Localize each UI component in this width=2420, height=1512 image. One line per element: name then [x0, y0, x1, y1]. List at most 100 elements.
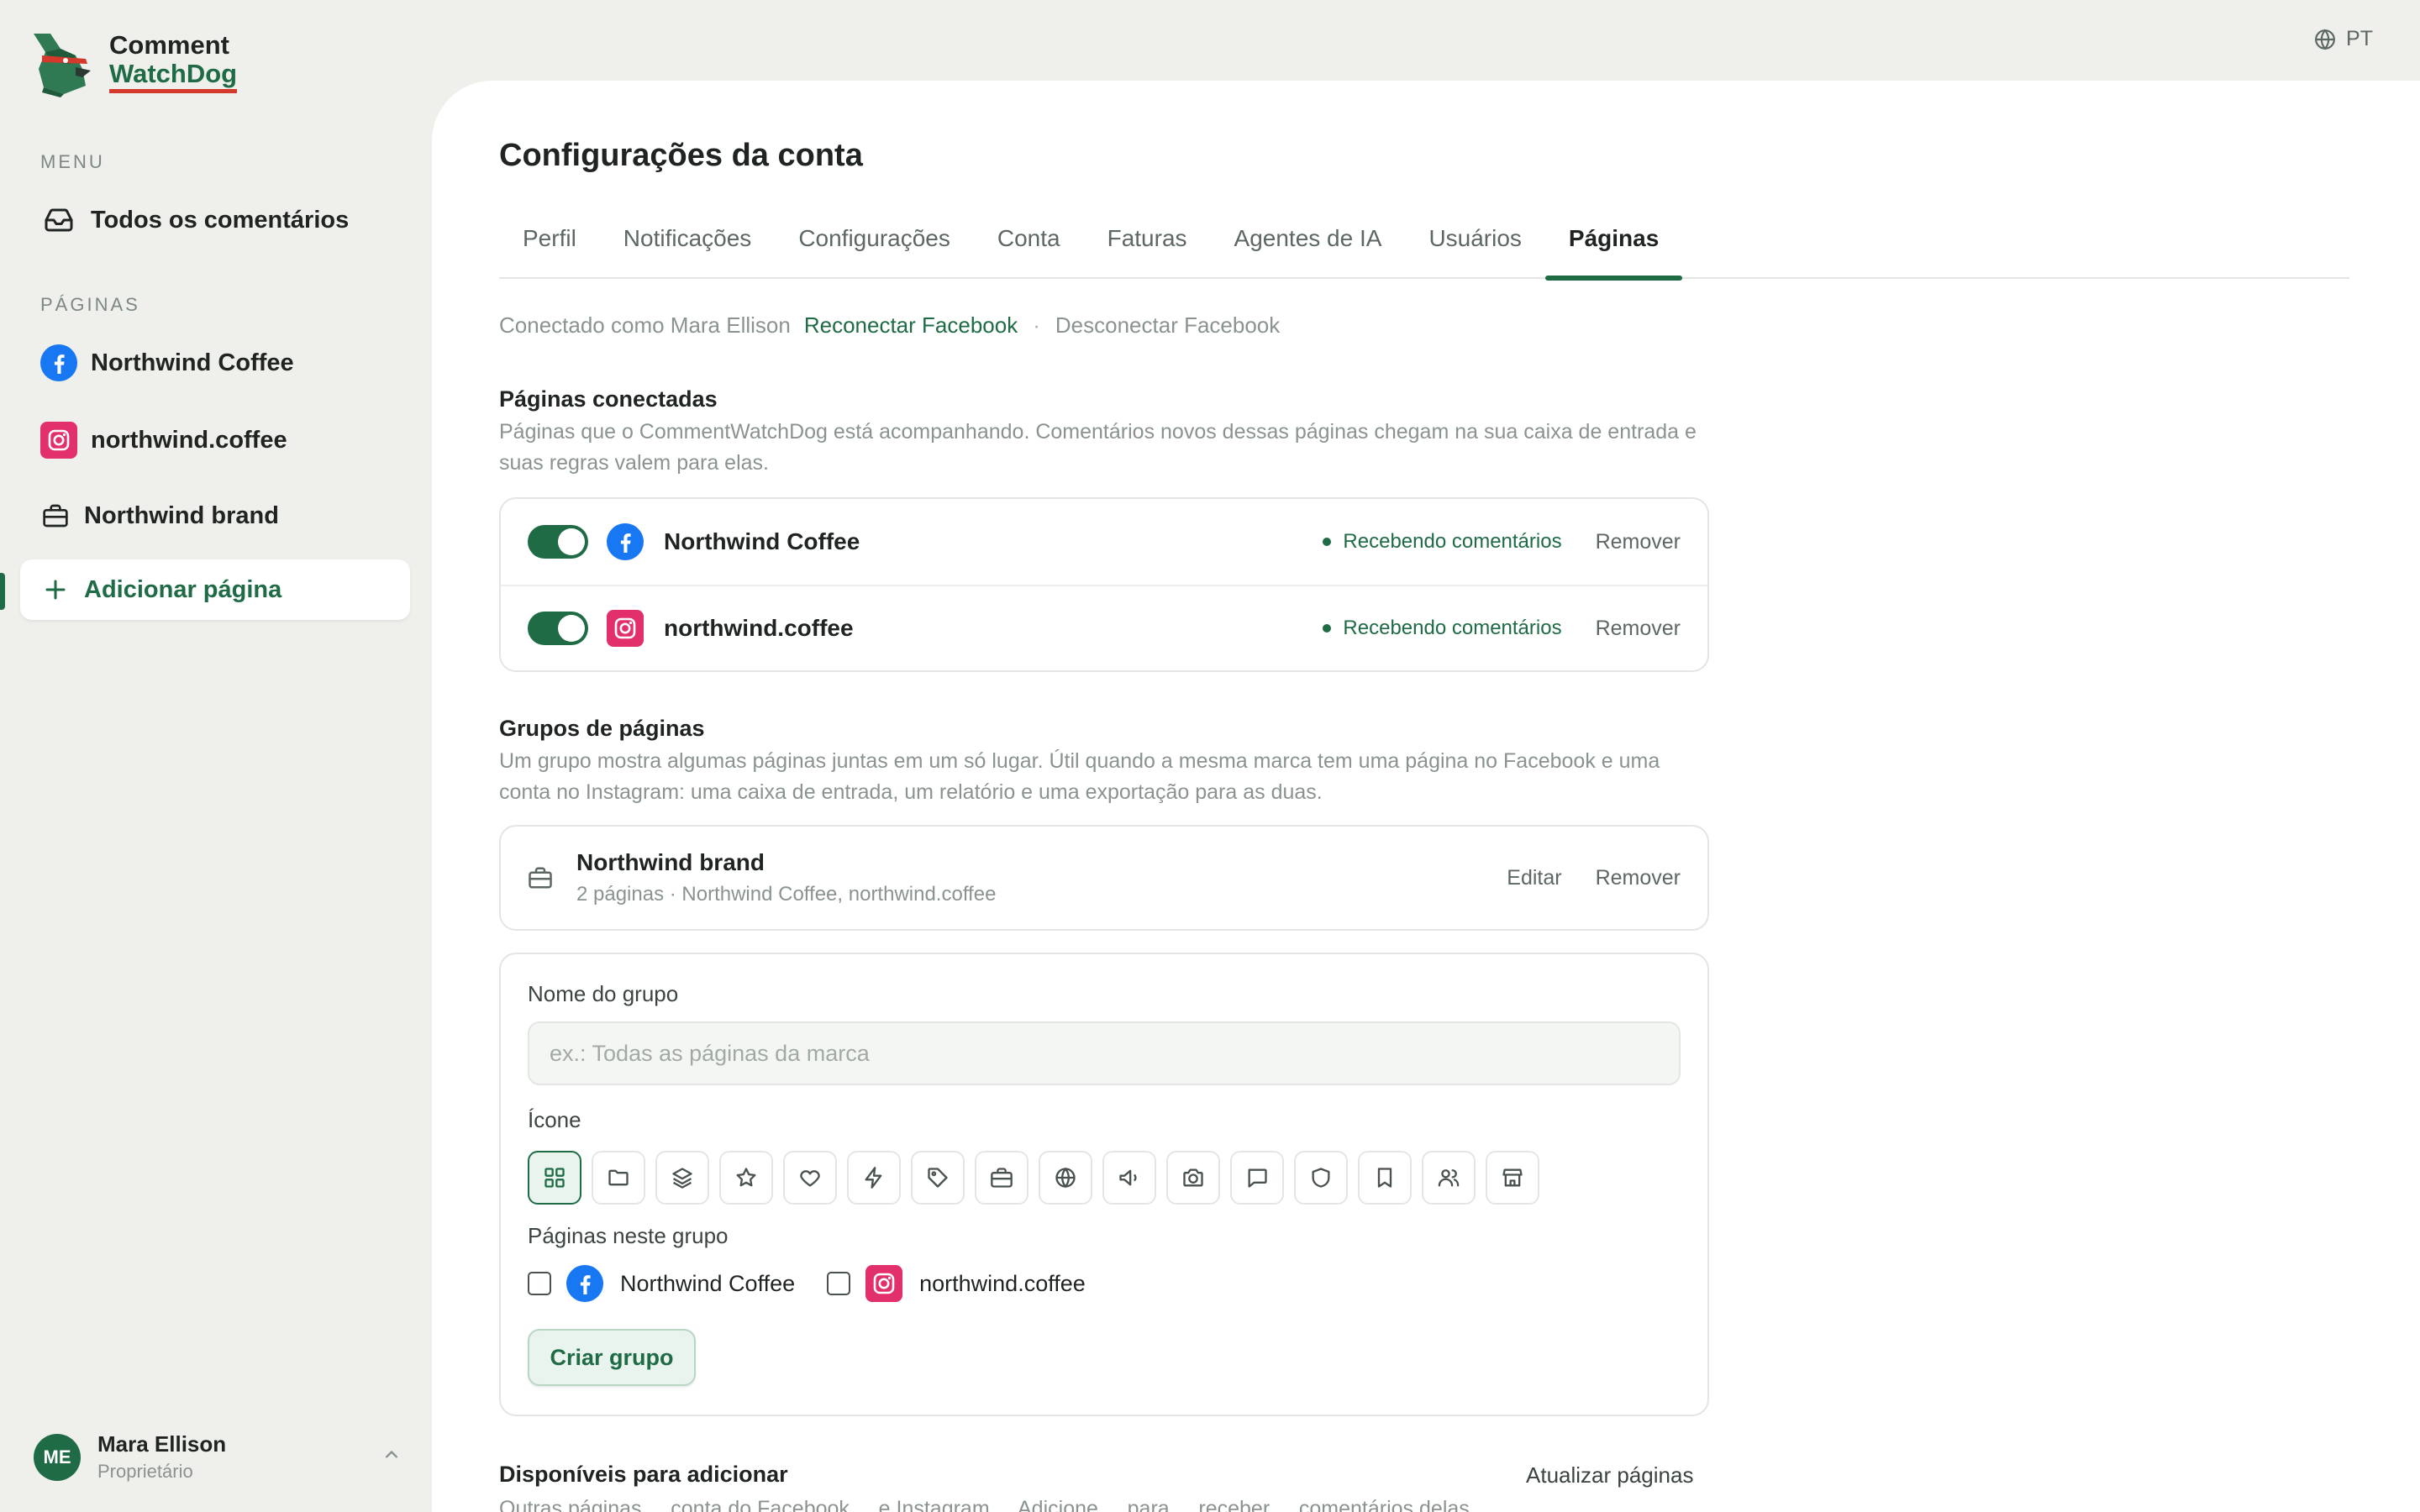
remove-page-button[interactable]: Remover — [1596, 617, 1681, 641]
sidebar-item-northwind-coffee[interactable]: Northwind Coffee — [20, 333, 410, 393]
tab-notifications[interactable]: Notificações — [600, 215, 776, 279]
icon-option-heart[interactable] — [783, 1151, 837, 1205]
main-panel: Configurações da conta Perfil Notificaçõ… — [432, 81, 2420, 1512]
group-name-label: Nome do grupo — [528, 981, 679, 1006]
group-pages-checklist: Northwind Coffee northwind.coffee — [528, 1265, 1118, 1302]
sidebar-item-northwind-instagram[interactable]: northwind.coffee — [20, 410, 410, 470]
connected-pages-card: Northwind Coffee Recebendo comentários R… — [499, 497, 1709, 672]
bookmark-icon — [1377, 1168, 1392, 1188]
icon-option-store[interactable] — [1486, 1151, 1539, 1205]
icon-picker — [528, 1151, 1549, 1205]
remove-page-button[interactable]: Remover — [1596, 530, 1681, 554]
edit-group-button[interactable]: Editar — [1507, 866, 1561, 890]
sidebar-item-label: Northwind brand — [84, 501, 279, 529]
row-actions: Recebendo comentários Remover — [1323, 530, 1681, 554]
tab-pages[interactable]: Páginas — [1544, 215, 1683, 281]
create-group-button[interactable]: Criar grupo — [528, 1329, 696, 1386]
tab-users[interactable]: Usuários — [1405, 215, 1544, 279]
new-group-form: Nome do grupo Ícone — [499, 953, 1709, 1416]
icon-option-chat[interactable] — [1230, 1151, 1284, 1205]
facebook-icon — [40, 344, 77, 381]
available-pages-description: Outras páginas ... conta do Facebook ...… — [499, 1497, 1470, 1512]
icon-option-layers[interactable] — [655, 1151, 709, 1205]
store-icon — [1502, 1168, 1523, 1187]
tab-invoices[interactable]: Faturas — [1084, 215, 1211, 279]
icon-option-bookmark[interactable] — [1358, 1151, 1412, 1205]
checkbox[interactable] — [827, 1272, 851, 1295]
connected-pages-description: Páginas que o CommentWatchDog está acomp… — [499, 420, 1697, 475]
instagram-icon — [607, 610, 644, 647]
facebook-icon — [607, 523, 644, 560]
sidebar-item-all-comments[interactable]: Todos os comentários — [20, 190, 410, 250]
checkbox[interactable] — [528, 1272, 551, 1295]
sidebar-item-label: northwind.coffee — [91, 426, 287, 454]
icon-option-briefcase[interactable] — [975, 1151, 1028, 1205]
icon-option-tag[interactable] — [911, 1151, 965, 1205]
refresh-pages-button[interactable]: Atualizar páginas — [1526, 1462, 1693, 1488]
status-badge: Recebendo comentários — [1323, 617, 1562, 640]
group-page-option[interactable]: Northwind Coffee — [528, 1265, 795, 1302]
group-name: Northwind brand — [576, 849, 765, 875]
brand-logo[interactable]: Comment WatchDog — [27, 27, 238, 97]
group-page-option[interactable]: northwind.coffee — [827, 1265, 1086, 1302]
group-name-input[interactable] — [528, 1021, 1681, 1085]
icon-option-grid[interactable] — [528, 1151, 581, 1205]
icon-option-globe[interactable] — [1039, 1151, 1092, 1205]
group-page-option-label: northwind.coffee — [919, 1270, 1086, 1296]
disconnect-facebook-link[interactable]: Desconectar Facebook — [1055, 312, 1280, 339]
active-indicator — [0, 573, 5, 610]
sidebar-item-add-page[interactable]: Adicionar página — [20, 559, 410, 620]
avatar: ME — [34, 1433, 81, 1481]
settings-tabs: Perfil Notificações Configurações Conta … — [499, 215, 2349, 281]
connected-as-text: Conectado como Mara Ellison — [499, 312, 791, 338]
icon-label: Ícone — [528, 1107, 581, 1132]
heart-icon — [800, 1170, 820, 1187]
shield-icon — [1312, 1168, 1330, 1188]
icon-option-users[interactable] — [1422, 1151, 1476, 1205]
row-actions: Recebendo comentários Remover — [1323, 617, 1681, 641]
reconnect-facebook-link[interactable]: Reconectar Facebook — [804, 312, 1018, 339]
user-info: Mara Ellison Proprietário — [97, 1431, 226, 1483]
available-pages-heading: Disponíveis para adicionar — [499, 1462, 788, 1487]
group-pages-label: Páginas neste grupo — [528, 1223, 729, 1248]
menu-section-label: MENU — [40, 151, 105, 172]
language-selector[interactable]: PT — [2314, 27, 2373, 51]
connected-pages-heading: Páginas conectadas — [499, 386, 718, 412]
row-actions: Editar Remover — [1473, 866, 1681, 890]
tab-settings[interactable]: Configurações — [775, 215, 974, 279]
brand-name: Comment WatchDog — [109, 30, 238, 93]
star-icon — [736, 1168, 756, 1187]
icon-option-shield[interactable] — [1294, 1151, 1348, 1205]
tab-account[interactable]: Conta — [974, 215, 1084, 279]
status-badge: Recebendo comentários — [1323, 530, 1562, 554]
page-group-row: Northwind brand 2 páginas · Northwind Co… — [501, 827, 1707, 929]
status-dot — [1323, 624, 1332, 633]
group-page-option-label: Northwind Coffee — [620, 1270, 796, 1296]
folder-icon — [608, 1169, 629, 1186]
tab-profile[interactable]: Perfil — [499, 215, 600, 279]
page-groups-description: Um grupo mostra algumas páginas juntas e… — [499, 749, 1660, 804]
user-menu[interactable]: ME Mara Ellison Proprietário — [34, 1431, 403, 1483]
icon-option-folder[interactable] — [592, 1151, 645, 1205]
tab-ai-agents[interactable]: Agentes de IA — [1211, 215, 1406, 279]
brand-name-line1: Comment — [109, 30, 229, 60]
remove-group-button[interactable]: Remover — [1596, 866, 1681, 890]
inbox-icon — [40, 202, 77, 239]
instagram-icon — [865, 1265, 903, 1302]
sidebar-item-label: Northwind Coffee — [91, 349, 294, 376]
camera-icon — [1183, 1168, 1203, 1187]
layers-icon — [672, 1168, 692, 1189]
icon-option-megaphone[interactable] — [1102, 1151, 1156, 1205]
connected-page-row: Northwind Coffee Recebendo comentários R… — [501, 499, 1707, 585]
icon-option-camera[interactable] — [1166, 1151, 1220, 1205]
page-enabled-toggle[interactable] — [528, 612, 588, 645]
page-enabled-toggle[interactable] — [528, 525, 588, 559]
bolt-icon — [865, 1167, 882, 1189]
users-icon — [1438, 1169, 1460, 1187]
briefcase-icon — [40, 497, 71, 534]
icon-option-star[interactable] — [719, 1151, 773, 1205]
form-body: Nome do grupo Ícone — [501, 954, 1707, 1415]
sidebar-item-northwind-brand[interactable]: Northwind brand — [20, 486, 410, 546]
sidebar-item-label: Adicionar página — [84, 575, 282, 603]
icon-option-bolt[interactable] — [847, 1151, 901, 1205]
